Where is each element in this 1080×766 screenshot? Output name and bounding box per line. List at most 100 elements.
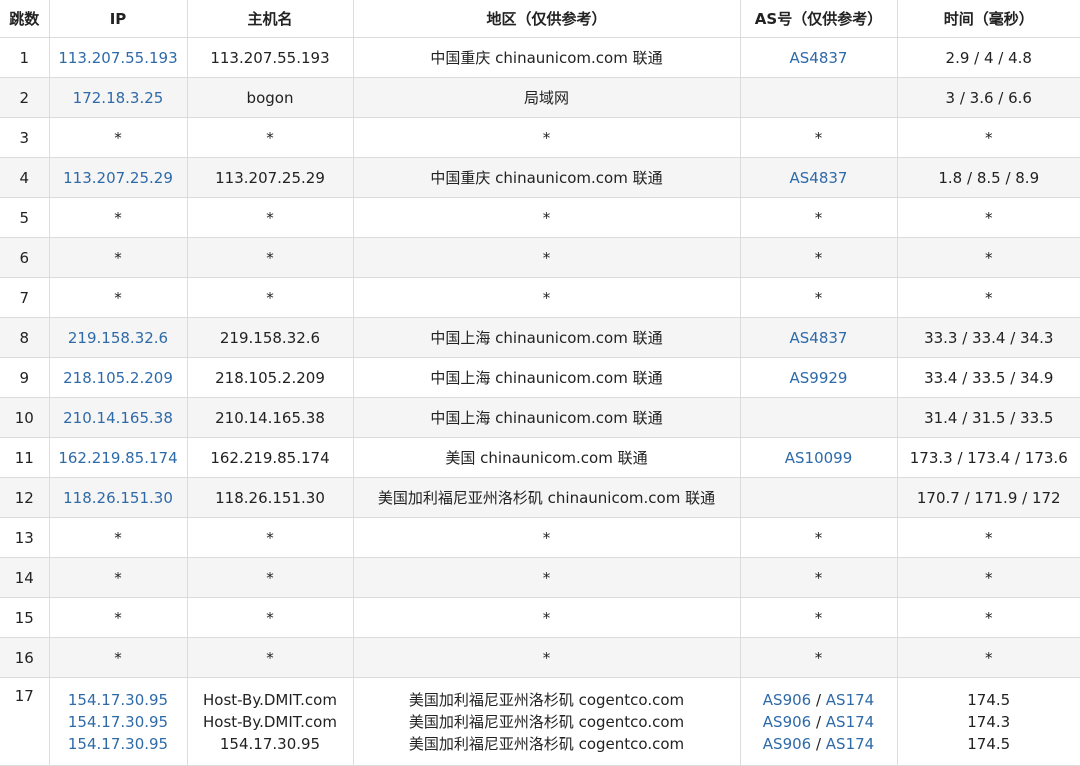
asn-cell: *	[740, 518, 897, 558]
asn-cell	[740, 398, 897, 438]
ip-link[interactable]: 172.18.3.25	[73, 89, 164, 107]
region-cell: 中国上海 chinaunicom.com 联通	[353, 318, 740, 358]
asn-link[interactable]: AS4837	[790, 49, 848, 67]
hostname-cell: *	[187, 518, 353, 558]
header-hop: 跳数	[0, 0, 49, 38]
asn-separator: /	[811, 713, 826, 731]
ip-link[interactable]: 210.14.165.38	[63, 409, 173, 427]
ip-cell: 113.207.55.193	[49, 38, 187, 78]
ip-cell: *	[49, 598, 187, 638]
asn-link[interactable]: AS174	[826, 691, 874, 709]
asn-separator: /	[811, 735, 826, 753]
asn-link[interactable]: AS10099	[785, 449, 853, 467]
region-cell: *	[353, 638, 740, 678]
time-cell: *	[897, 238, 1080, 278]
region-cell: 中国上海 chinaunicom.com 联通	[353, 358, 740, 398]
time-text: 174.5	[898, 733, 1080, 755]
asn-separator: /	[811, 691, 826, 709]
time-cell: 173.3 / 173.4 / 173.6	[897, 438, 1080, 478]
hostname-cell: *	[187, 238, 353, 278]
hop-cell: 16	[0, 638, 49, 678]
region-cell: 美国加利福尼亚州洛杉矶 chinaunicom.com 联通	[353, 478, 740, 518]
asn-cell: AS4837	[740, 318, 897, 358]
hop-cell: 3	[0, 118, 49, 158]
hop-cell: 12	[0, 478, 49, 518]
ip-cell: *	[49, 118, 187, 158]
asn-link[interactable]: AS174	[826, 713, 874, 731]
hop-cell: 15	[0, 598, 49, 638]
region-text: 美国加利福尼亚州洛杉矶 cogentco.com	[354, 689, 740, 711]
table-row: 7*****	[0, 278, 1080, 318]
ip-cell: 118.26.151.30	[49, 478, 187, 518]
asn-cell: *	[740, 558, 897, 598]
hostname-cell: 118.26.151.30	[187, 478, 353, 518]
hostname-cell: 162.219.85.174	[187, 438, 353, 478]
ip-link[interactable]: 113.207.55.193	[58, 49, 177, 67]
ip-cell: *	[49, 558, 187, 598]
region-cell: 局域网	[353, 78, 740, 118]
header-region: 地区（仅供参考）	[353, 0, 740, 38]
ip-link[interactable]: 113.207.25.29	[63, 169, 173, 187]
hop-cell: 2	[0, 78, 49, 118]
region-cell: *	[353, 518, 740, 558]
hostname-cell: *	[187, 278, 353, 318]
time-cell: 33.4 / 33.5 / 34.9	[897, 358, 1080, 398]
hostname-cell: bogon	[187, 78, 353, 118]
table-row: 9218.105.2.209218.105.2.209中国上海 chinauni…	[0, 358, 1080, 398]
asn-link[interactable]: AS174	[826, 735, 874, 753]
time-cell: 1.8 / 8.5 / 8.9	[897, 158, 1080, 198]
time-text: 174.3	[898, 711, 1080, 733]
time-cell: *	[897, 278, 1080, 318]
table-row: 1113.207.55.193113.207.55.193中国重庆 chinau…	[0, 38, 1080, 78]
ip-link[interactable]: 154.17.30.95	[50, 733, 187, 755]
header-hostname: 主机名	[187, 0, 353, 38]
time-text: 174.5	[898, 689, 1080, 711]
hostname-cell: *	[187, 558, 353, 598]
region-text: 美国加利福尼亚州洛杉矶 cogentco.com	[354, 711, 740, 733]
time-cell: 31.4 / 31.5 / 33.5	[897, 398, 1080, 438]
region-cell: *	[353, 558, 740, 598]
table-row: 6*****	[0, 238, 1080, 278]
asn-link[interactable]: AS9929	[790, 369, 848, 387]
asn-link[interactable]: AS906	[763, 735, 811, 753]
table-row: 8219.158.32.6219.158.32.6中国上海 chinaunico…	[0, 318, 1080, 358]
ip-link[interactable]: 154.17.30.95	[50, 689, 187, 711]
asn-link[interactable]: AS906	[763, 713, 811, 731]
ip-link[interactable]: 154.17.30.95	[50, 711, 187, 733]
hop-cell: 5	[0, 198, 49, 238]
time-cell: 3 / 3.6 / 6.6	[897, 78, 1080, 118]
ip-cell: 113.207.25.29	[49, 158, 187, 198]
ip-cell: 218.105.2.209	[49, 358, 187, 398]
hop-cell: 1	[0, 38, 49, 78]
hostname-cell: *	[187, 638, 353, 678]
ip-link[interactable]: 162.219.85.174	[58, 449, 177, 467]
asn-cell: *	[740, 198, 897, 238]
ip-link[interactable]: 118.26.151.30	[63, 489, 173, 507]
asn-link[interactable]: AS906	[763, 691, 811, 709]
hostname-cell: *	[187, 598, 353, 638]
hop-cell: 10	[0, 398, 49, 438]
ip-cell: *	[49, 238, 187, 278]
ip-cell: *	[49, 198, 187, 238]
hop-cell: 7	[0, 278, 49, 318]
ip-link[interactable]: 218.105.2.209	[63, 369, 173, 387]
ip-cell: *	[49, 518, 187, 558]
asn-link[interactable]: AS4837	[790, 169, 848, 187]
time-cell: 174.5 174.3 174.5	[897, 678, 1080, 766]
region-cell: 美国 chinaunicom.com 联通	[353, 438, 740, 478]
hostname-text: 154.17.30.95	[188, 733, 353, 755]
ip-link[interactable]: 219.158.32.6	[68, 329, 168, 347]
asn-cell: AS9929	[740, 358, 897, 398]
region-cell: *	[353, 278, 740, 318]
table-row: 2 172.18.3.25 bogon局域网 3 / 3.6 / 6.6	[0, 78, 1080, 118]
asn-link[interactable]: AS4837	[790, 329, 848, 347]
time-cell: *	[897, 518, 1080, 558]
table-row: 13*****	[0, 518, 1080, 558]
hostname-cell: 113.207.55.193	[187, 38, 353, 78]
header-time: 时间（毫秒）	[897, 0, 1080, 38]
hop-cell: 17	[0, 678, 49, 766]
asn-cell	[740, 478, 897, 518]
time-cell: *	[897, 558, 1080, 598]
asn-cell: AS10099	[740, 438, 897, 478]
time-cell: 2.9 / 4 / 4.8	[897, 38, 1080, 78]
